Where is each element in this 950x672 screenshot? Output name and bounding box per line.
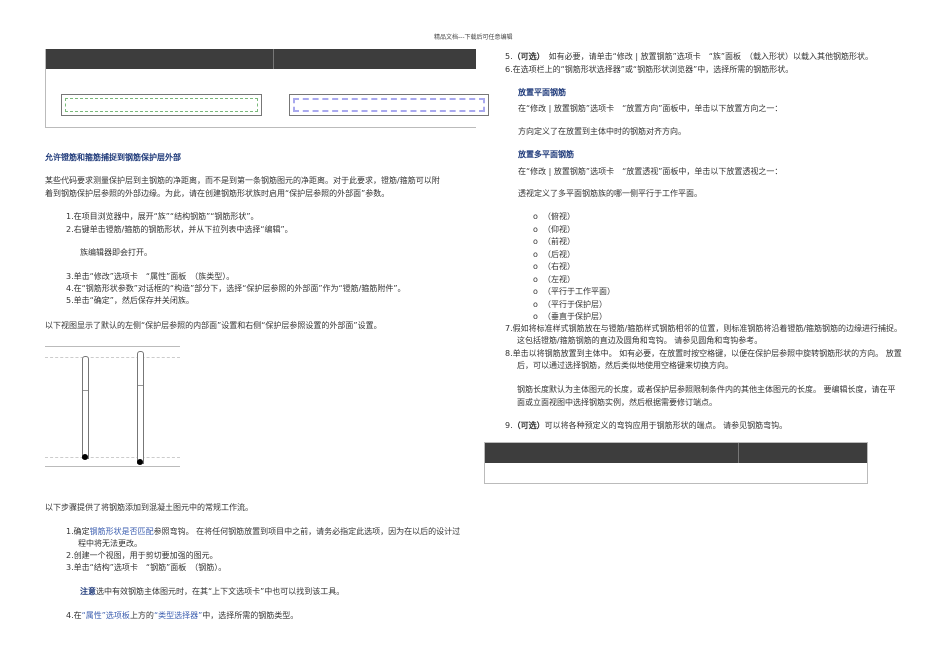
cover-comparison-table <box>45 49 476 128</box>
view-option: o （平行于工作平面） <box>533 287 615 296</box>
step-item: 5.单击“确定”，然后保存并关闭族。 <box>66 296 194 305</box>
step-item: 4.在“钢筋形状参数”对话框的“构造”部分下，选择“保护层参照的外部面”作为“镫… <box>66 284 406 293</box>
rebar-end-dot <box>137 459 143 465</box>
workflow-step: 2.创建一个视图，用于剪切要加强的图元。 <box>66 551 218 560</box>
outer-face-cover-diagram <box>289 94 489 116</box>
workflow-step: 4.在“属性”选项板上方的“类型选择器”中，选择所需的钢筋类型。 <box>66 611 299 620</box>
view-option: o （左视） <box>533 274 575 284</box>
step-item-cont: 这包括镫筋/箍筋钢筋的直边及圆角和弯钩。 请参见圆角和弯钩参考。 <box>517 336 763 345</box>
step-item: 6.在选项栏上的“钢筋形状选择器”或“钢筋形状浏览器”中，选择所需的钢筋形状。 <box>505 65 794 74</box>
rebar-end-dot <box>82 454 88 460</box>
step-item: 7.假如将标准样式钢筋放在与镫筋/箍筋样式钢筋相邻的位置，则标准钢筋将沿着镫筋/… <box>505 324 903 333</box>
bullet-icon: o <box>533 212 538 221</box>
rebar-cover-figure <box>45 346 180 468</box>
document-page: 精品文档---下载后可任意编辑 允许镫筋和箍筋捕捉到钢筋保护层外部 某些代码要求… <box>0 0 950 672</box>
table-column-divider <box>738 443 739 463</box>
step-item: 2.右键单击镫筋/箍筋的钢筋形状，并从下拉列表中选择“编辑”。 <box>66 225 293 234</box>
view-option: o （垂直于保护层） <box>533 312 607 321</box>
inner-face-cover-diagram <box>61 94 262 116</box>
paragraph-line: 在“修改 | 放置钢筋”选项卡 “放置透视”面板中，单击以下放置透视之一： <box>518 167 783 176</box>
view-option: o （俯视） <box>533 212 575 221</box>
view-option: o （仰视） <box>533 224 575 234</box>
table-column-divider <box>273 49 274 69</box>
rebar-outer <box>137 351 144 464</box>
view-option: o （后视） <box>533 249 575 259</box>
paragraph-line: 面或立面视图中选择钢筋实例，然后根据需要修订端点。 <box>517 398 717 407</box>
step-item: 3.单击“修改”选项卡 “属性”面板 （族类型）。 <box>66 272 235 281</box>
properties-palette-link[interactable]: “属性”选项板 <box>82 611 130 620</box>
table-header <box>46 49 476 69</box>
bullet-icon: o <box>533 299 538 309</box>
header-watermark: 精品文档---下载后可任意编辑 <box>434 34 513 41</box>
step-item: 8.单击以将钢筋放置到主体中。 如有必要，在放置时按空格键，以便在保护层参照中旋… <box>505 349 902 358</box>
step-item: 1.在项目浏览器中，展开“族”“结构钢筋”“钢筋形状”。 <box>66 212 259 221</box>
step-item-cont: 后，可以通过选择钢筋，然后类似地使用空格键来切换方向。 <box>517 361 733 370</box>
paragraph-line: 某些代码要求测量保护层到主钢筋的净距离，而不是到第一条钢筋图元的净距离。对于此要… <box>45 176 440 185</box>
step-item: 9.（可选）可以将各种预定义的弯钩应用于钢筋形状的端点。 请参见钢筋弯钩。 <box>505 421 788 430</box>
paragraph-line: 钢筋长度默认为主体图元的长度，或者保护层参照限制条件内的其他主体图元的长度。 要… <box>517 385 896 394</box>
bottom-table <box>484 442 868 484</box>
bullet-icon: o <box>533 274 538 284</box>
table-header <box>485 443 867 463</box>
step-item: 5.（可选） 如有必要，请单击“修改 | 放置钢筋”选项卡 “族”面板 （载入形… <box>505 52 873 61</box>
bullet-icon: o <box>533 237 538 246</box>
plane-heading: 放置平面钢筋 <box>518 88 566 97</box>
type-selector-link[interactable]: “类型选择器” <box>154 611 202 620</box>
view-option: o （右视） <box>533 262 575 271</box>
paragraph-line: 在“修改 | 放置钢筋”选项卡 “放置方向”面板中，单击以下放置方向之一： <box>518 104 783 113</box>
shape-match-link[interactable]: 钢筋形状是否匹配 <box>90 527 154 536</box>
workflow-step: 1.确定钢筋形状是否匹配参照弯钩。 在将任何钢筋放置到项目中之前，请务必指定此选… <box>66 527 461 536</box>
bullet-icon: o <box>533 249 538 259</box>
paragraph-line: 以下视图显示了默认的左侧“保护层参照的内部面”设置和右侧“保护层参照设置的外部面… <box>45 321 382 330</box>
bullet-icon: o <box>533 312 538 321</box>
rebar-inner <box>82 356 89 459</box>
paragraph-line: 透视定义了多平面钢筋族的哪一侧平行于工作平面。 <box>518 189 702 198</box>
bullet-icon: o <box>533 262 538 271</box>
bullet-icon: o <box>533 287 538 296</box>
view-option: o （平行于保护层） <box>533 299 607 309</box>
note: 注意选中有效钢筋主体图元时，在其“上下文选项卡”中也可以找到该工具。 <box>80 587 345 596</box>
paragraph-line: 以下步骤提供了将钢筋添加到混凝土图元中的常规工作流。 <box>45 503 253 512</box>
paragraph-line: 着到钢筋保护层参照的外部边缘。为此，请在创建钢筋形状族时启用“保护层参照的外部面… <box>45 189 390 198</box>
multi-plane-heading: 放置多平面钢筋 <box>518 150 574 159</box>
step-note: 族编辑器即会打开。 <box>80 248 152 257</box>
paragraph-line: 方向定义了在放置到主体中时的钢筋对齐方向。 <box>518 127 686 136</box>
section-heading: 允许镫筋和箍筋捕捉到钢筋保护层外部 <box>45 153 181 162</box>
workflow-step-cont: 程中将无法更改。 <box>78 539 142 548</box>
workflow-step: 3.单击“结构”选项卡 “钢筋”面板 （钢筋）。 <box>66 563 227 572</box>
view-option: o （前视） <box>533 237 575 246</box>
bullet-icon: o <box>533 224 538 234</box>
